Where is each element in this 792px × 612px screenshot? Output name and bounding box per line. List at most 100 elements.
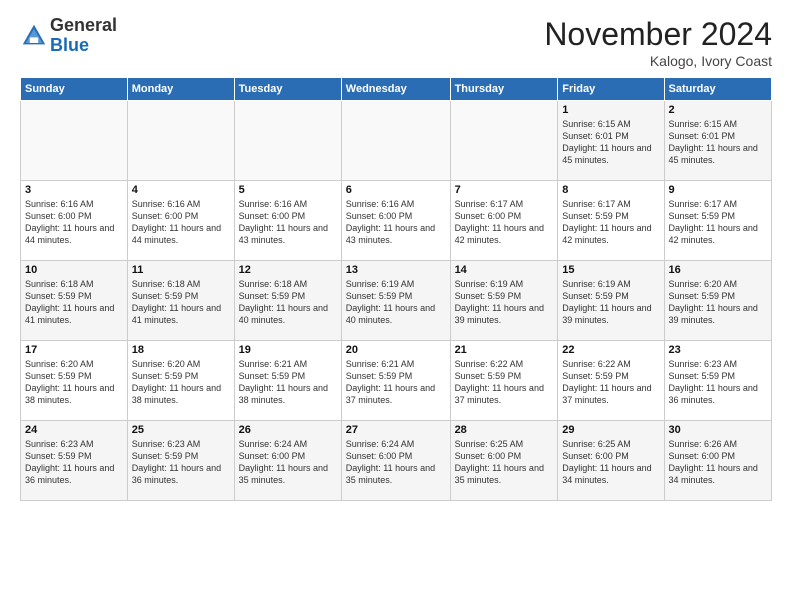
day-info: Sunrise: 6:16 AMSunset: 6:00 PMDaylight:… <box>346 198 446 247</box>
title-area: November 2024 Kalogo, Ivory Coast <box>544 16 772 69</box>
day-number: 12 <box>239 264 337 276</box>
calendar-cell: 20Sunrise: 6:21 AMSunset: 5:59 PMDayligh… <box>341 341 450 421</box>
day-number: 23 <box>669 344 767 356</box>
calendar-cell: 13Sunrise: 6:19 AMSunset: 5:59 PMDayligh… <box>341 261 450 341</box>
day-number: 19 <box>239 344 337 356</box>
day-info: Sunrise: 6:15 AMSunset: 6:01 PMDaylight:… <box>562 118 659 167</box>
calendar-week-3: 10 Sunrise: 6:18 AMSunset: 5:59 PMDayligh… <box>21 261 772 341</box>
day-number: 11 <box>132 264 230 276</box>
day-number: 29 <box>562 424 659 436</box>
day-number: 1 <box>562 104 659 116</box>
calendar-cell: 10 Sunrise: 6:18 AMSunset: 5:59 PMDayligh… <box>21 261 128 341</box>
calendar-header-row: Sunday Monday Tuesday Wednesday Thursday… <box>21 78 772 101</box>
day-number: 17 <box>25 344 123 356</box>
calendar-cell <box>21 101 128 181</box>
day-info: Sunrise: 6:22 AMSunset: 5:59 PMDaylight:… <box>562 358 659 407</box>
calendar-cell: 28 Sunrise: 6:25 AMSunset: 6:00 PMDayligh… <box>450 421 558 501</box>
day-number: 2 <box>669 104 767 116</box>
header: General Blue November 2024 Kalogo, Ivory… <box>20 16 772 69</box>
day-info: Sunrise: 6:25 AMSunset: 6:00 PMDaylight:… <box>562 438 659 487</box>
day-info: Sunrise: 6:21 AMSunset: 5:59 PMDaylight:… <box>239 358 337 407</box>
logo-icon <box>20 22 48 50</box>
day-number: 7 <box>455 184 554 196</box>
day-info: Sunrise: 6:19 AMSunset: 5:59 PMDaylight:… <box>455 278 554 327</box>
calendar-cell: 25Sunrise: 6:23 AMSunset: 5:59 PMDayligh… <box>127 421 234 501</box>
day-number: 21 <box>455 344 554 356</box>
calendar-cell: 16 Sunrise: 6:20 AMSunset: 5:59 PMDayligh… <box>664 261 771 341</box>
day-info: Sunrise: 6:23 AMSunset: 5:59 PMDaylight:… <box>132 438 230 487</box>
calendar-cell: 27 Sunrise: 6:24 AMSunset: 6:00 PMDayligh… <box>341 421 450 501</box>
day-info: Sunrise: 6:18 AMSunset: 5:59 PMDaylight:… <box>25 278 123 327</box>
day-info: Sunrise: 6:18 AMSunset: 5:59 PMDaylight:… <box>132 278 230 327</box>
calendar-cell: 9Sunrise: 6:17 AMSunset: 5:59 PMDaylight… <box>664 181 771 261</box>
day-number: 22 <box>562 344 659 356</box>
day-info: Sunrise: 6:16 AMSunset: 6:00 PMDaylight:… <box>25 198 123 247</box>
day-number: 14 <box>455 264 554 276</box>
day-number: 24 <box>25 424 123 436</box>
calendar-week-5: 24 Sunrise: 6:23 AMSunset: 5:59 PMDayligh… <box>21 421 772 501</box>
calendar-cell: 19 Sunrise: 6:21 AMSunset: 5:59 PMDayligh… <box>234 341 341 421</box>
logo-general-text: General <box>50 15 117 35</box>
day-number: 27 <box>346 424 446 436</box>
day-info: Sunrise: 6:19 AMSunset: 5:59 PMDaylight:… <box>562 278 659 327</box>
day-number: 13 <box>346 264 446 276</box>
day-info: Sunrise: 6:24 AMSunset: 6:00 PMDaylight:… <box>346 438 446 487</box>
calendar-cell: 18Sunrise: 6:20 AMSunset: 5:59 PMDayligh… <box>127 341 234 421</box>
calendar-cell: 23Sunrise: 6:23 AMSunset: 5:59 PMDayligh… <box>664 341 771 421</box>
day-number: 16 <box>669 264 767 276</box>
day-info: Sunrise: 6:20 AMSunset: 5:59 PMDaylight:… <box>25 358 123 407</box>
calendar-cell: 21 Sunrise: 6:22 AMSunset: 5:59 PMDayligh… <box>450 341 558 421</box>
calendar-cell: 24Sunrise: 6:23 AMSunset: 5:59 PMDayligh… <box>21 421 128 501</box>
calendar-cell: 4Sunrise: 6:16 AMSunset: 6:00 PMDaylight… <box>127 181 234 261</box>
calendar-cell: 8 Sunrise: 6:17 AMSunset: 5:59 PMDaylight… <box>558 181 664 261</box>
month-title: November 2024 <box>544 16 772 53</box>
day-number: 30 <box>669 424 767 436</box>
calendar-cell: 22 Sunrise: 6:22 AMSunset: 5:59 PMDayligh… <box>558 341 664 421</box>
calendar-cell: 30 Sunrise: 6:26 AMSunset: 6:00 PMDayligh… <box>664 421 771 501</box>
day-info: Sunrise: 6:17 AMSunset: 5:59 PMDaylight:… <box>669 198 767 247</box>
col-saturday: Saturday <box>664 78 771 101</box>
day-info: Sunrise: 6:18 AMSunset: 5:59 PMDaylight:… <box>239 278 337 327</box>
calendar-cell: 12 Sunrise: 6:18 AMSunset: 5:59 PMDayligh… <box>234 261 341 341</box>
day-info: Sunrise: 6:16 AMSunset: 6:00 PMDaylight:… <box>132 198 230 247</box>
page: General Blue November 2024 Kalogo, Ivory… <box>0 0 792 612</box>
day-info: Sunrise: 6:25 AMSunset: 6:00 PMDaylight:… <box>455 438 554 487</box>
day-number: 8 <box>562 184 659 196</box>
day-info: Sunrise: 6:24 AMSunset: 6:00 PMDaylight:… <box>239 438 337 487</box>
col-tuesday: Tuesday <box>234 78 341 101</box>
calendar-cell: 7 Sunrise: 6:17 AMSunset: 6:00 PMDaylight… <box>450 181 558 261</box>
col-thursday: Thursday <box>450 78 558 101</box>
logo-blue-text: Blue <box>50 35 89 55</box>
calendar-cell: 14 Sunrise: 6:19 AMSunset: 5:59 PMDayligh… <box>450 261 558 341</box>
location: Kalogo, Ivory Coast <box>544 53 772 69</box>
day-number: 28 <box>455 424 554 436</box>
day-number: 15 <box>562 264 659 276</box>
calendar-cell: 3 Sunrise: 6:16 AMSunset: 6:00 PMDaylight… <box>21 181 128 261</box>
day-number: 3 <box>25 184 123 196</box>
calendar-cell: 17 Sunrise: 6:20 AMSunset: 5:59 PMDayligh… <box>21 341 128 421</box>
calendar-cell <box>341 101 450 181</box>
calendar-table: Sunday Monday Tuesday Wednesday Thursday… <box>20 77 772 501</box>
col-wednesday: Wednesday <box>341 78 450 101</box>
calendar-cell: 15 Sunrise: 6:19 AMSunset: 5:59 PMDayligh… <box>558 261 664 341</box>
calendar-cell: 29 Sunrise: 6:25 AMSunset: 6:00 PMDayligh… <box>558 421 664 501</box>
day-info: Sunrise: 6:22 AMSunset: 5:59 PMDaylight:… <box>455 358 554 407</box>
col-friday: Friday <box>558 78 664 101</box>
day-info: Sunrise: 6:17 AMSunset: 5:59 PMDaylight:… <box>562 198 659 247</box>
day-number: 5 <box>239 184 337 196</box>
calendar-cell: 2 Sunrise: 6:15 AMSunset: 6:01 PMDaylight… <box>664 101 771 181</box>
logo: General Blue <box>20 16 117 56</box>
day-info: Sunrise: 6:20 AMSunset: 5:59 PMDaylight:… <box>132 358 230 407</box>
day-info: Sunrise: 6:17 AMSunset: 6:00 PMDaylight:… <box>455 198 554 247</box>
day-info: Sunrise: 6:15 AMSunset: 6:01 PMDaylight:… <box>669 118 767 167</box>
day-info: Sunrise: 6:16 AMSunset: 6:00 PMDaylight:… <box>239 198 337 247</box>
day-number: 10 <box>25 264 123 276</box>
calendar-cell: 1 Sunrise: 6:15 AMSunset: 6:01 PMDaylight… <box>558 101 664 181</box>
calendar-cell <box>450 101 558 181</box>
day-info: Sunrise: 6:26 AMSunset: 6:00 PMDaylight:… <box>669 438 767 487</box>
calendar-cell: 5 Sunrise: 6:16 AMSunset: 6:00 PMDaylight… <box>234 181 341 261</box>
day-number: 20 <box>346 344 446 356</box>
day-number: 26 <box>239 424 337 436</box>
calendar-week-4: 17 Sunrise: 6:20 AMSunset: 5:59 PMDayligh… <box>21 341 772 421</box>
day-info: Sunrise: 6:20 AMSunset: 5:59 PMDaylight:… <box>669 278 767 327</box>
